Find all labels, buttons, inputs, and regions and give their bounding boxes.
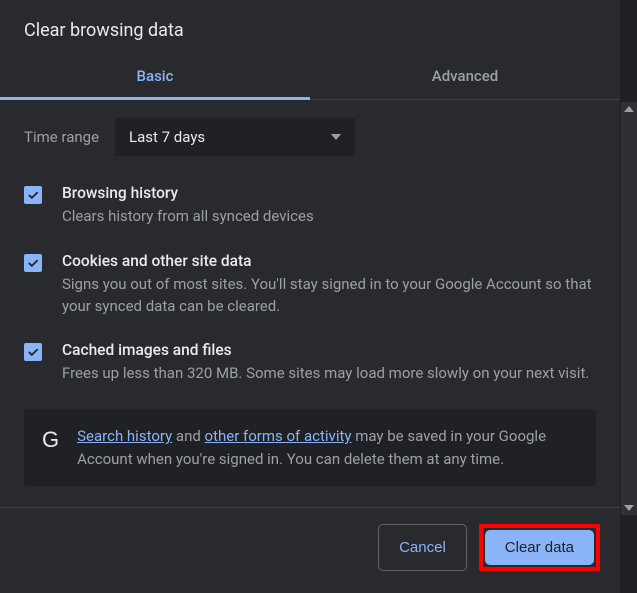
scrollbar[interactable] <box>621 102 637 515</box>
option-desc: Frees up less than 320 MB. Some sites ma… <box>62 363 596 385</box>
tab-basic[interactable]: Basic <box>0 53 310 99</box>
chevron-down-icon <box>331 134 341 140</box>
option-cookies: Cookies and other site data Signs you ou… <box>24 252 596 318</box>
option-title: Cached images and files <box>62 341 596 359</box>
dialog-title: Clear browsing data <box>24 20 596 41</box>
option-text: Cookies and other site data Signs you ou… <box>62 252 596 318</box>
option-title: Cookies and other site data <box>62 252 596 270</box>
checkbox-cookies[interactable] <box>24 254 42 272</box>
google-icon: G <box>42 429 59 451</box>
time-range-value: Last 7 days <box>129 128 205 146</box>
tab-advanced[interactable]: Advanced <box>310 53 620 99</box>
cancel-button[interactable]: Cancel <box>378 524 467 571</box>
google-account-info: G Search history and other forms of acti… <box>24 409 596 486</box>
check-icon <box>26 188 40 202</box>
option-text: Browsing history Clears history from all… <box>62 184 596 228</box>
highlight-annotation: Clear data <box>479 524 600 571</box>
scroll-up-icon <box>624 106 634 112</box>
check-icon <box>26 256 40 270</box>
option-desc: Clears history from all synced devices <box>62 206 596 228</box>
time-range-label: Time range <box>24 128 99 146</box>
tab-advanced-label: Advanced <box>432 67 498 85</box>
option-desc: Signs you out of most sites. You'll stay… <box>62 274 596 318</box>
dialog-footer: Cancel Clear data <box>0 507 620 593</box>
checkbox-browsing-history[interactable] <box>24 186 42 204</box>
clear-browsing-data-dialog: Clear browsing data Basic Advanced Time … <box>0 0 620 593</box>
scroll-down-icon <box>624 505 634 511</box>
checkbox-cache[interactable] <box>24 343 42 361</box>
tab-bar: Basic Advanced <box>0 53 620 100</box>
info-mid: and <box>172 427 204 445</box>
info-text: Search history and other forms of activi… <box>77 425 578 470</box>
clear-data-button[interactable]: Clear data <box>485 530 594 565</box>
time-range-select[interactable]: Last 7 days <box>115 118 355 156</box>
time-range-row: Time range Last 7 days <box>24 118 596 156</box>
tab-basic-label: Basic <box>137 67 174 85</box>
search-history-link[interactable]: Search history <box>77 427 172 445</box>
option-browsing-history: Browsing history Clears history from all… <box>24 184 596 228</box>
other-activity-link[interactable]: other forms of activity <box>205 427 352 445</box>
check-icon <box>26 345 40 359</box>
dialog-header: Clear browsing data <box>0 0 620 53</box>
option-text: Cached images and files Frees up less th… <box>62 341 596 385</box>
option-title: Browsing history <box>62 184 596 202</box>
option-cache: Cached images and files Frees up less th… <box>24 341 596 385</box>
dialog-content: Time range Last 7 days Browsing history … <box>0 100 620 507</box>
